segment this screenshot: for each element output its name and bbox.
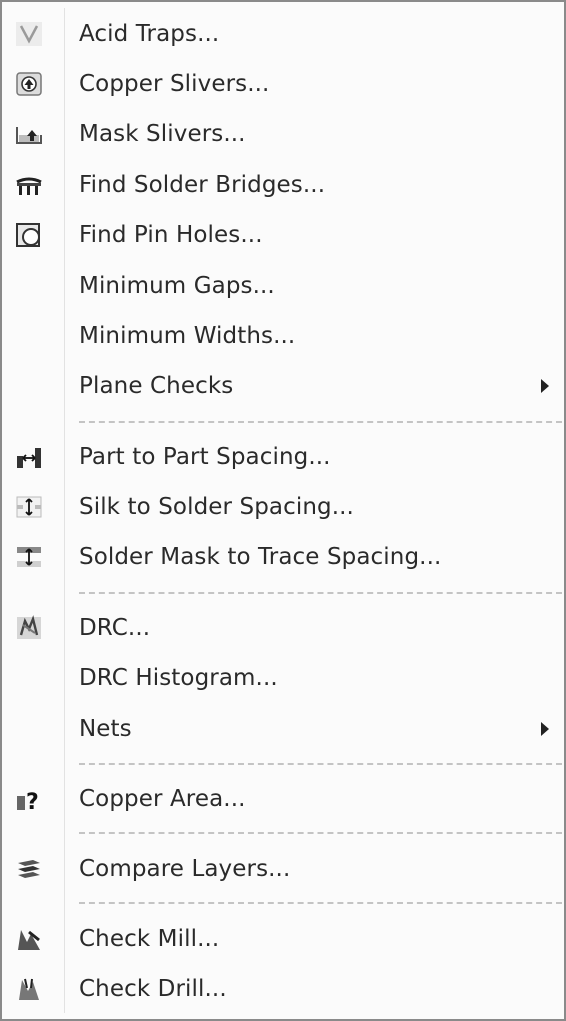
menu-item-label: Mask Slivers...	[79, 121, 246, 147]
menu-item-label: Copper Slivers...	[79, 71, 270, 97]
menu-item-label: Part to Part Spacing...	[79, 444, 331, 470]
submenu-arrow-icon	[538, 377, 552, 395]
menu-item-label: Silk to Solder Spacing...	[79, 494, 354, 520]
context-menu: Acid Traps... Copper Slivers... Mask Sli…	[0, 0, 566, 1021]
menu-item-label: Find Pin Holes...	[79, 222, 263, 248]
pin-holes-icon	[15, 222, 43, 248]
copper-area-icon: ?	[15, 786, 43, 815]
menu-separator	[79, 902, 562, 904]
silk-spacing-icon	[15, 494, 43, 520]
menu-item-silk-to-solder-spacing[interactable]: Silk to Solder Spacing...	[2, 485, 564, 529]
menu-item-check-mill[interactable]: Check Mill...	[2, 917, 564, 961]
menu-item-nets[interactable]: Nets	[2, 707, 564, 751]
menu-separator	[79, 592, 562, 594]
acid-traps-icon	[15, 21, 43, 47]
menu-separator	[79, 421, 562, 423]
menu-item-minimum-widths[interactable]: Minimum Widths...	[2, 314, 564, 358]
menu-item-label: Check Drill...	[79, 976, 227, 1002]
menu-item-solder-mask-to-trace-spacing[interactable]: Solder Mask to Trace Spacing...	[2, 535, 564, 579]
menu-item-copper-area[interactable]: ? Copper Area...	[2, 777, 564, 821]
submenu-arrow-icon	[538, 720, 552, 738]
svg-text:?: ?	[26, 790, 39, 812]
menu-item-find-solder-bridges[interactable]: Find Solder Bridges...	[2, 163, 564, 207]
menu-item-label: Minimum Widths...	[79, 323, 296, 349]
menu-item-label: Nets	[79, 716, 132, 742]
menu-item-label: Plane Checks	[79, 373, 234, 399]
menu-item-label: Minimum Gaps...	[79, 273, 275, 299]
menu-item-drc-histogram[interactable]: DRC Histogram...	[2, 656, 564, 700]
check-mill-icon	[15, 926, 43, 952]
menu-item-mask-slivers[interactable]: Mask Slivers...	[2, 112, 564, 156]
menu-item-find-pin-holes[interactable]: Find Pin Holes...	[2, 213, 564, 257]
compare-layers-icon	[15, 856, 43, 882]
menu-item-compare-layers[interactable]: Compare Layers...	[2, 847, 564, 891]
copper-slivers-icon	[15, 71, 43, 97]
menu-item-plane-checks[interactable]: Plane Checks	[2, 364, 564, 408]
menu-item-label: Compare Layers...	[79, 856, 291, 882]
menu-item-acid-traps[interactable]: Acid Traps...	[2, 12, 564, 56]
check-drill-icon	[15, 976, 43, 1002]
part-spacing-icon	[15, 444, 43, 470]
menu-item-label: Find Solder Bridges...	[79, 172, 326, 198]
menu-item-part-to-part-spacing[interactable]: Part to Part Spacing...	[2, 435, 564, 479]
menu-item-drc[interactable]: DRC...	[2, 606, 564, 650]
solder-bridges-icon	[15, 172, 43, 198]
mask-trace-spacing-icon	[15, 544, 43, 570]
menu-item-label: Solder Mask to Trace Spacing...	[79, 544, 442, 570]
menu-separator	[79, 763, 562, 765]
menu-item-copper-slivers[interactable]: Copper Slivers...	[2, 62, 564, 106]
menu-item-minimum-gaps[interactable]: Minimum Gaps...	[2, 264, 564, 308]
menu-item-label: Copper Area...	[79, 786, 246, 812]
menu-item-label: DRC...	[79, 615, 151, 641]
menu-item-label: Check Mill...	[79, 926, 220, 952]
mask-slivers-icon	[15, 121, 43, 147]
menu-item-check-drill[interactable]: Check Drill...	[2, 967, 564, 1011]
drc-icon	[15, 615, 43, 641]
menu-item-label: Acid Traps...	[79, 21, 220, 47]
menu-separator	[79, 832, 562, 834]
menu-item-label: DRC Histogram...	[79, 665, 278, 691]
